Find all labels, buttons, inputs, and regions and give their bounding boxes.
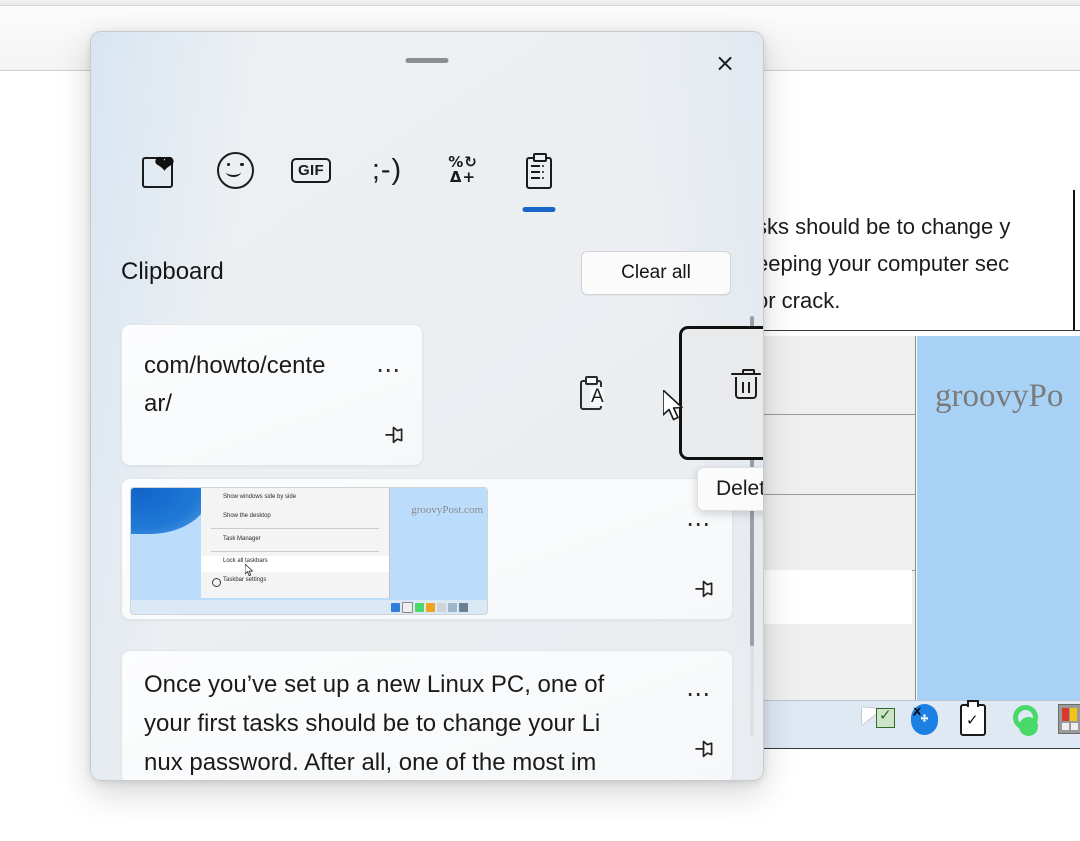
trash-icon <box>733 373 759 401</box>
thumb-menu-item: Task Manager <box>223 536 261 542</box>
emoji-tab[interactable] <box>197 137 273 203</box>
heart-square-icon: ❤ <box>142 153 176 187</box>
pin-icon[interactable] <box>680 570 721 611</box>
symbols-tab[interactable]: %↻ Δ+ <box>425 137 501 203</box>
thumbnail-context-menu: Show windows side by side Show the deskt… <box>201 488 390 598</box>
kaomoji-tab[interactable]: ;-) <box>349 137 425 203</box>
pin-icon[interactable] <box>370 416 411 457</box>
kaomoji-icon: ;-) <box>372 154 402 187</box>
item-more-icon[interactable]: ⋯ <box>686 519 712 529</box>
delete-tooltip: Delete <box>697 467 764 511</box>
background-white-row <box>760 570 912 624</box>
background-tray-icons: ᛭ ✓ <box>862 704 1080 736</box>
pin-glyph <box>685 730 722 767</box>
item-more-icon[interactable]: ⋯ <box>376 365 402 375</box>
thumb-menu-item: Show the desktop <box>223 513 271 519</box>
thumbnail-cursor-icon <box>245 564 254 582</box>
green-lock-icon[interactable] <box>1009 704 1039 736</box>
thumb-menu-item: Show windows side by side <box>223 494 296 500</box>
pin-glyph <box>685 570 722 607</box>
clipboard-item-text: Once you’ve set up a new Linux PC, one o… <box>144 665 604 780</box>
clipboard-icon <box>526 154 552 187</box>
flyout-toolbar: ❤ GIF ;-) %↻ Δ+ <box>91 137 763 217</box>
background-bottom-strip <box>760 748 1080 773</box>
clear-all-button[interactable]: Clear all <box>581 251 731 295</box>
paste-as-text-icon: A <box>580 377 604 408</box>
delete-button[interactable] <box>679 326 764 460</box>
clipboard-flyout-panel: × ❤ GIF ;-) %↻ Δ+ <box>90 31 764 781</box>
background-left-column <box>760 336 916 706</box>
gif-icon: GIF <box>291 158 331 183</box>
item-more-icon[interactable]: ⋯ <box>686 689 712 699</box>
thumbnail-watermark: groovyPost.com <box>411 504 483 516</box>
color-tiles-icon[interactable] <box>1058 704 1080 736</box>
pin-glyph <box>375 416 412 453</box>
background-article-text: sks should be to change y eeping your co… <box>756 208 1080 319</box>
clipboard-tab[interactable] <box>501 137 577 203</box>
screen: sks should be to change y eeping your co… <box>0 0 1080 841</box>
drag-grabber-handle[interactable] <box>406 58 449 63</box>
list-item[interactable]: com/howto/cente ar/ ⋯ <box>121 324 423 466</box>
background-text-line-3: or crack. <box>756 282 1080 319</box>
smiley-icon <box>217 152 254 189</box>
selected-tab-indicator <box>523 207 556 212</box>
thumbnail-tray <box>389 600 487 614</box>
background-text-line-2: eeping your computer sec <box>756 245 1080 282</box>
clipboard-item-text: com/howto/cente ar/ <box>144 347 325 423</box>
background-text-line-1: sks should be to change y <box>756 208 1080 245</box>
symbols-icon: %↻ Δ+ <box>448 155 478 185</box>
background-watermark: groovyPo <box>935 378 1063 415</box>
page-title: Clipboard <box>121 258 224 286</box>
clipboard-item-thumbnail: Show windows side by side Show the deskt… <box>130 487 488 615</box>
shield-check-icon[interactable] <box>862 704 892 736</box>
bluetooth-icon[interactable]: ᛭ <box>911 704 941 736</box>
paste-as-text-button[interactable]: A <box>561 364 623 420</box>
gif-tab[interactable]: GIF <box>273 137 349 203</box>
usb-eject-icon[interactable]: ✓ <box>960 704 990 736</box>
pin-icon[interactable] <box>680 730 721 771</box>
background-blue-panel: groovyPo <box>917 336 1080 706</box>
recent-tab[interactable]: ❤ <box>121 137 197 203</box>
close-icon[interactable]: × <box>705 46 745 80</box>
background-vertical-divider <box>1073 190 1075 330</box>
clipboard-history-list: com/howto/cente ar/ ⋯ <box>91 314 763 780</box>
symbols-icon-bottom: Δ+ <box>448 170 478 185</box>
list-item[interactable]: Show windows side by side Show the deskt… <box>121 478 733 620</box>
list-item[interactable]: Once you’ve set up a new Linux PC, one o… <box>121 650 733 780</box>
